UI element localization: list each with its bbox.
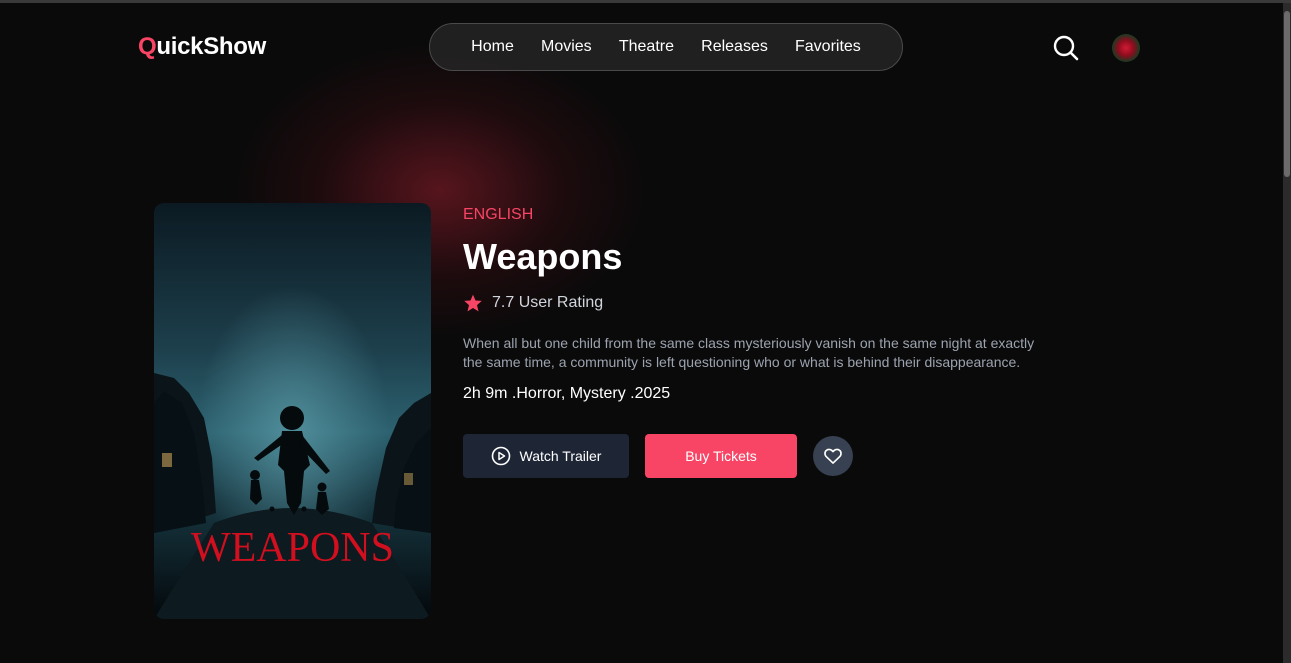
- nav-theatre[interactable]: Theatre: [619, 38, 674, 56]
- watch-trailer-button[interactable]: Watch Trailer: [463, 434, 629, 478]
- nav-movies[interactable]: Movies: [541, 38, 592, 56]
- poster-title-text: WEAPONS: [191, 525, 394, 571]
- nav-favorites[interactable]: Favorites: [795, 38, 861, 56]
- movie-title: Weapons: [463, 236, 623, 277]
- star-icon: [464, 294, 482, 312]
- main-nav: Home Movies Theatre Releases Favorites: [429, 23, 903, 71]
- play-circle-icon: [491, 446, 510, 466]
- browser-top-edge: [0, 0, 1291, 3]
- page-scrollbar[interactable]: [1283, 3, 1291, 663]
- favorite-button[interactable]: [813, 436, 853, 476]
- movie-language: ENGLISH: [463, 206, 534, 223]
- watch-trailer-label: Watch Trailer: [519, 448, 602, 464]
- buy-tickets-button[interactable]: Buy Tickets: [645, 434, 797, 478]
- rating-text: 7.7 User Rating: [492, 294, 604, 311]
- nav-releases[interactable]: Releases: [701, 38, 768, 56]
- logo[interactable]: QuickShow: [138, 33, 266, 61]
- scrollbar-thumb[interactable]: [1284, 11, 1290, 177]
- movie-description: When all but one child from the same cla…: [463, 335, 1035, 370]
- user-avatar[interactable]: [1112, 34, 1140, 62]
- movie-meta: 2h 9m .Horror, Mystery .2025: [463, 385, 671, 402]
- logo-initial: Q: [138, 33, 157, 60]
- nav-home[interactable]: Home: [471, 38, 514, 56]
- buy-tickets-label: Buy Tickets: [685, 448, 757, 464]
- logo-rest: uickShow: [156, 33, 266, 60]
- movie-poster: WEAPONS: [154, 203, 431, 619]
- search-icon[interactable]: [1053, 35, 1079, 61]
- heart-icon: [824, 448, 842, 464]
- rating-row: 7.7 User Rating: [463, 293, 603, 313]
